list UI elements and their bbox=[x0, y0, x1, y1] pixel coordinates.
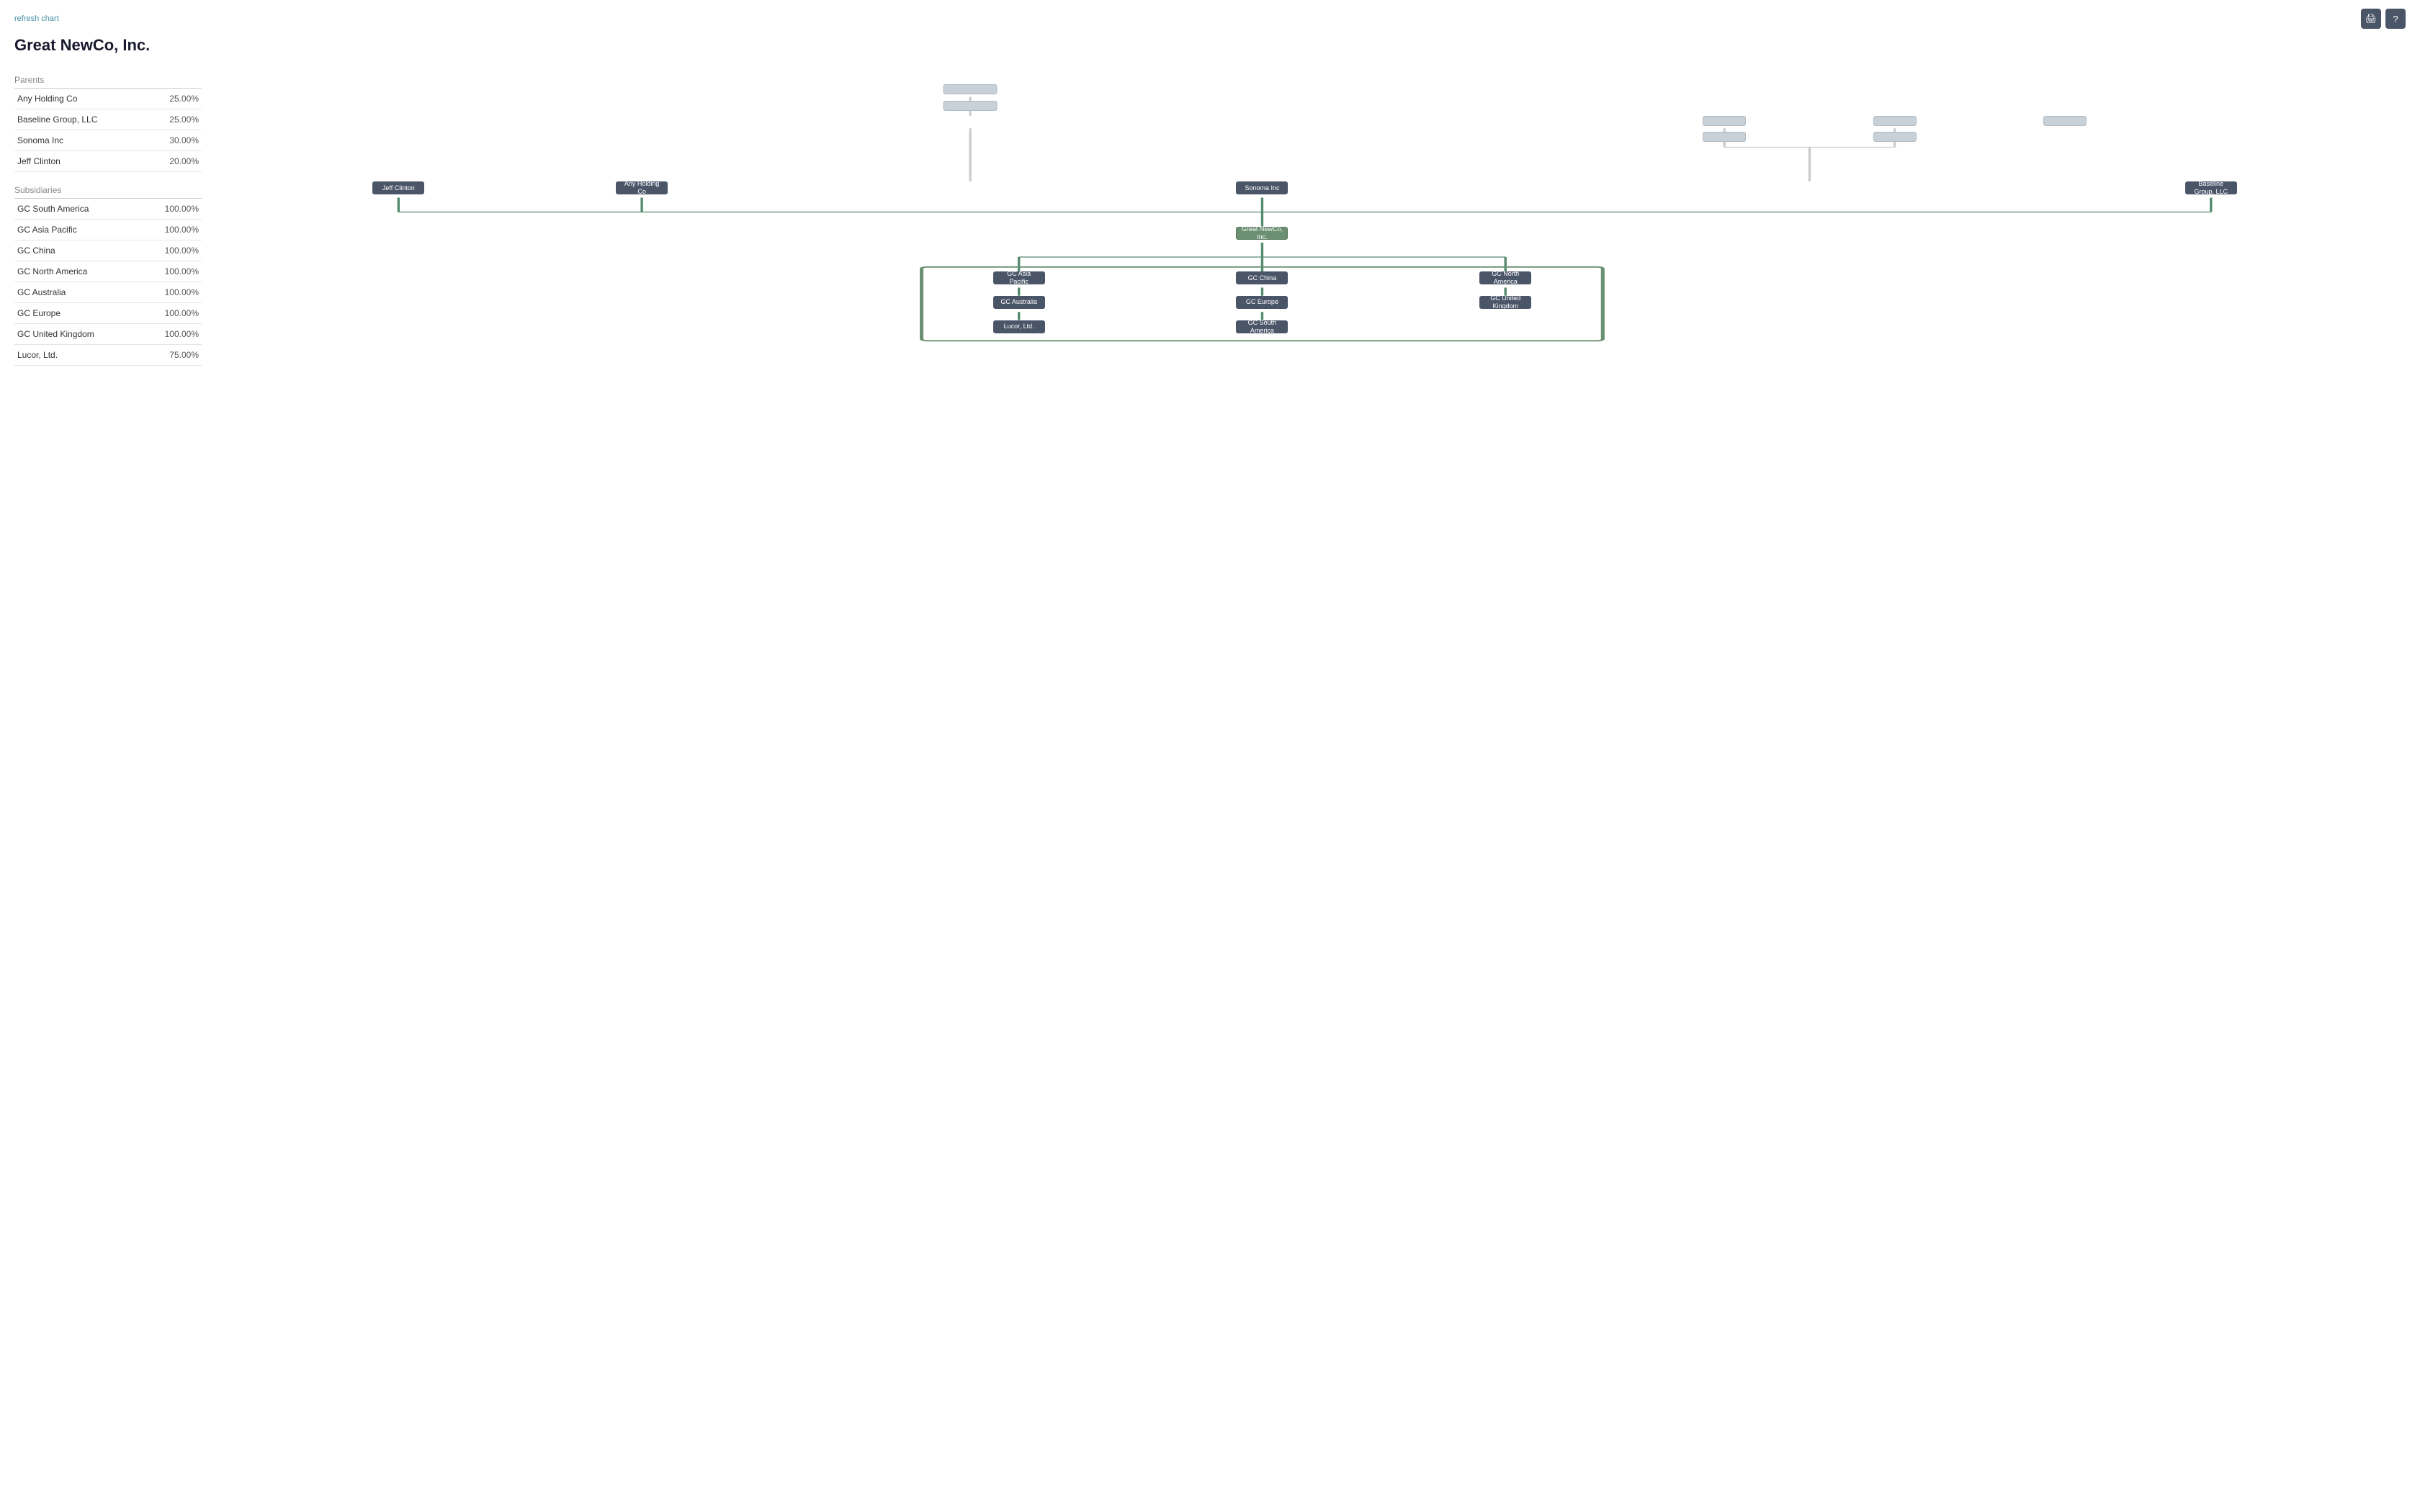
subsidiary-pct: 100.00% bbox=[140, 261, 202, 282]
node-great-newco[interactable]: Great NewCo, Inc. bbox=[1236, 227, 1288, 240]
parent-pct: 30.00% bbox=[148, 130, 202, 151]
node-gc-china[interactable]: GC China bbox=[1236, 271, 1288, 284]
help-icon: ? bbox=[2393, 14, 2398, 24]
table-row[interactable]: Lucor, Ltd.75.00% bbox=[14, 345, 202, 366]
parent-name: Sonoma Inc bbox=[14, 130, 148, 151]
node-gc-lucor[interactable]: Lucor, Ltd. bbox=[993, 320, 1045, 333]
org-chart: Jeff Clinton Any Holding Co Sonoma Inc Base… bbox=[216, 66, 2406, 354]
table-row[interactable]: Baseline Group, LLC25.00% bbox=[14, 109, 202, 130]
node-sonoma-inc[interactable]: Sonoma Inc bbox=[1236, 181, 1288, 194]
subsidiary-name: GC North America bbox=[14, 261, 140, 282]
top-buttons: 🖨 ? bbox=[2361, 9, 2406, 29]
node-gc-australia[interactable]: GC Australia bbox=[993, 296, 1045, 309]
subsidiary-pct: 100.00% bbox=[140, 282, 202, 303]
subsidiary-name: GC Europe bbox=[14, 303, 140, 324]
subsidiary-name: GC Asia Pacific bbox=[14, 220, 140, 240]
ghost-node bbox=[1703, 116, 1746, 126]
subsidiary-name: GC South America bbox=[14, 199, 140, 220]
ghost-node bbox=[1873, 116, 1917, 126]
subsidiaries-table: GC South America100.00%GC Asia Pacific10… bbox=[14, 199, 202, 366]
ghost-node bbox=[944, 84, 998, 94]
ghost-node bbox=[2043, 116, 2087, 126]
parent-pct: 25.00% bbox=[148, 109, 202, 130]
ghost-node bbox=[1703, 132, 1746, 142]
table-row[interactable]: GC Asia Pacific100.00% bbox=[14, 220, 202, 240]
subsidiary-pct: 100.00% bbox=[140, 324, 202, 345]
parent-pct: 25.00% bbox=[148, 89, 202, 109]
table-row[interactable]: Sonoma Inc30.00% bbox=[14, 130, 202, 151]
table-row[interactable]: GC Australia100.00% bbox=[14, 282, 202, 303]
connections-svg bbox=[216, 66, 2406, 354]
chart-area: Jeff Clinton Any Holding Co Sonoma Inc Base… bbox=[216, 66, 2406, 366]
parent-name: Any Holding Co bbox=[14, 89, 148, 109]
table-row[interactable]: GC North America100.00% bbox=[14, 261, 202, 282]
parents-section-label: Parents bbox=[14, 75, 202, 89]
subsidiary-pct: 75.00% bbox=[140, 345, 202, 366]
node-gc-europe[interactable]: GC Europe bbox=[1236, 296, 1288, 309]
subsidiary-pct: 100.00% bbox=[140, 303, 202, 324]
subsidiary-pct: 100.00% bbox=[140, 199, 202, 220]
print-icon: 🖨 bbox=[2365, 13, 2378, 24]
node-gc-northam[interactable]: GC North America bbox=[1479, 271, 1531, 284]
node-any-holding[interactable]: Any Holding Co bbox=[616, 181, 668, 194]
table-row[interactable]: Any Holding Co25.00% bbox=[14, 89, 202, 109]
subsidiary-pct: 100.00% bbox=[140, 240, 202, 261]
ghost-node bbox=[1873, 132, 1917, 142]
help-button[interactable]: ? bbox=[2385, 9, 2406, 29]
node-gc-southam[interactable]: GC South America bbox=[1236, 320, 1288, 333]
table-row[interactable]: GC South America100.00% bbox=[14, 199, 202, 220]
subsidiaries-section-label: Subsidiaries bbox=[14, 185, 202, 199]
refresh-link[interactable]: refresh chart bbox=[14, 14, 59, 23]
table-row[interactable]: Jeff Clinton20.00% bbox=[14, 151, 202, 172]
subsidiary-name: GC United Kingdom bbox=[14, 324, 140, 345]
parent-name: Baseline Group, LLC bbox=[14, 109, 148, 130]
content-area: Parents Any Holding Co25.00%Baseline Gro… bbox=[14, 66, 2406, 366]
subsidiary-name: Lucor, Ltd. bbox=[14, 345, 140, 366]
node-jeff-clinton[interactable]: Jeff Clinton bbox=[372, 181, 424, 194]
table-row[interactable]: GC United Kingdom100.00% bbox=[14, 324, 202, 345]
table-row[interactable]: GC Europe100.00% bbox=[14, 303, 202, 324]
node-gc-uk[interactable]: GC United Kingdom bbox=[1479, 296, 1531, 309]
node-baseline[interactable]: Baseline Group, LLC bbox=[2185, 181, 2237, 194]
page-container: refresh chart 🖨 ? Great NewCo, Inc. Pare… bbox=[0, 0, 2420, 1512]
parents-table: Any Holding Co25.00%Baseline Group, LLC2… bbox=[14, 89, 202, 172]
table-row[interactable]: GC China100.00% bbox=[14, 240, 202, 261]
parent-pct: 20.00% bbox=[148, 151, 202, 172]
parent-name: Jeff Clinton bbox=[14, 151, 148, 172]
top-bar: refresh chart 🖨 ? bbox=[14, 9, 2406, 29]
node-gc-apac[interactable]: GC Asia Pacific bbox=[993, 271, 1045, 284]
page-title: Great NewCo, Inc. bbox=[14, 36, 2406, 55]
subsidiary-name: GC Australia bbox=[14, 282, 140, 303]
ghost-node bbox=[944, 101, 998, 111]
left-panel: Parents Any Holding Co25.00%Baseline Gro… bbox=[14, 66, 202, 366]
subsidiary-name: GC China bbox=[14, 240, 140, 261]
subsidiary-pct: 100.00% bbox=[140, 220, 202, 240]
print-button[interactable]: 🖨 bbox=[2361, 9, 2381, 29]
